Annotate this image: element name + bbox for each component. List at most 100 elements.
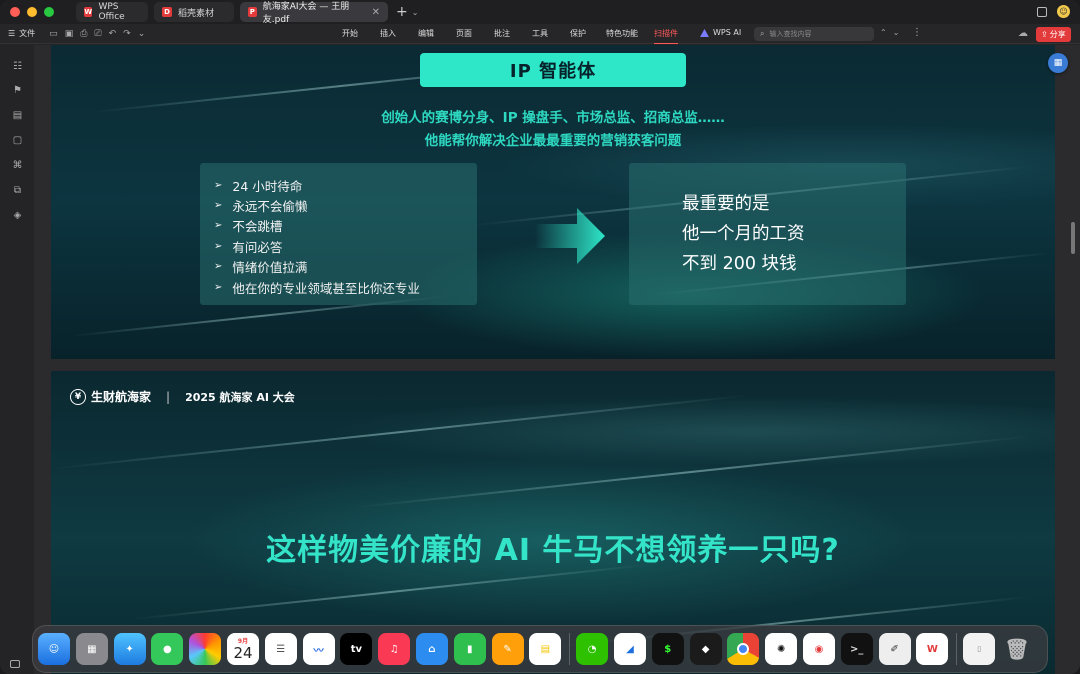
cloud-sync-icon[interactable]: ☁	[1018, 28, 1028, 39]
ribbon-menu: 开始 插入 编辑 页面 批注 工具 保护 特色功能 扫描件	[342, 24, 678, 44]
tab-start[interactable]: 开始	[342, 24, 380, 44]
close-tab-icon[interactable]: ✕	[372, 7, 380, 18]
tab-docer[interactable]: D 稻壳素材	[154, 2, 234, 22]
export-icon[interactable]: ⎙	[80, 29, 87, 39]
brand-logo-icon: ¥	[70, 388, 86, 405]
trash-icon[interactable]: 🗑	[1001, 633, 1033, 665]
new-tab-icon[interactable]: +	[396, 4, 408, 20]
chevron-up-icon[interactable]: ⌃	[880, 28, 887, 37]
arrow-bullet-icon: ➢	[214, 240, 223, 252]
keynote-icon[interactable]: ⌂	[415, 633, 448, 665]
search-input[interactable]: 输入查找内容	[769, 29, 811, 39]
numbers-icon[interactable]: ▮	[453, 633, 486, 665]
compare-icon[interactable]: ⧉	[12, 185, 23, 196]
document-viewport[interactable]: IP 智能体 创始人的赛博分身、IP 操盘手、市场总监、招商总监…… 他能帮你解…	[34, 45, 1080, 674]
vertical-scrollbar[interactable]	[1071, 222, 1075, 254]
launchpad-icon[interactable]: ▦	[75, 633, 108, 665]
wps-ai-button[interactable]: WPS AI	[700, 28, 741, 37]
outline-icon[interactable]: ☷	[12, 61, 23, 72]
list-item: ➢ 24 小时待命	[214, 175, 477, 195]
tab-page[interactable]: 页面	[456, 24, 494, 44]
tab-pdf-document[interactable]: P 航海家AI大会 — 王朋友.pdf ✕	[240, 2, 388, 25]
floating-tool-button[interactable]: ▦	[1048, 53, 1068, 73]
safari-icon[interactable]: ✦	[113, 633, 146, 665]
close-window-button[interactable]	[10, 7, 20, 17]
tab-edit[interactable]: 编辑	[418, 24, 456, 44]
finder-icon[interactable]: ☺	[38, 633, 70, 665]
print-icon[interactable]: ⎚	[94, 29, 101, 39]
chevron-down-icon[interactable]: ⌄	[138, 29, 146, 39]
wps-dock-icon[interactable]: W	[916, 633, 949, 665]
search-box[interactable]: ⌕ 输入查找内容	[754, 27, 874, 41]
more-icon[interactable]: ⋮	[912, 27, 922, 38]
slide-subtitle-1: 创始人的赛博分身、IP 操盘手、市场总监、招商总监……	[381, 110, 725, 126]
search-nav: ⌃ ⌄	[880, 28, 899, 37]
list-item: ➢ 不会跳槽	[214, 216, 477, 236]
wps-ai-label: WPS AI	[713, 28, 742, 37]
avatar[interactable]: ☺	[1057, 5, 1070, 18]
tab-annotate[interactable]: 批注	[494, 24, 532, 44]
thumbnail-icon[interactable]: ▤	[12, 110, 23, 121]
file-menu-label: 文件	[19, 29, 36, 38]
chevron-down-icon[interactable]: ⌄	[893, 28, 900, 37]
brand-name: 生财航海家	[91, 390, 152, 404]
right-arrow-icon	[535, 208, 605, 264]
calendar-day: 24	[233, 643, 253, 662]
reminders-icon[interactable]: ☰	[264, 633, 297, 665]
tab-insert[interactable]: 插入	[380, 24, 418, 44]
layers-icon[interactable]: ◈	[12, 210, 23, 221]
arrow-bullet-icon: ➢	[214, 179, 223, 191]
title-bar: W WPS Office D 稻壳素材 P 航海家AI大会 — 王朋友.pdf …	[0, 0, 1080, 25]
csv-file-icon[interactable]: ▯	[963, 633, 996, 665]
attachment-icon[interactable]: ⌘	[12, 160, 23, 171]
chrome-icon[interactable]	[727, 633, 760, 665]
share-button[interactable]: ⇪ 分享	[1036, 27, 1071, 42]
pages-icon[interactable]: ✎	[491, 633, 524, 665]
script-editor-icon[interactable]: ✐	[878, 633, 911, 665]
recorder-icon[interactable]: ◉	[802, 633, 835, 665]
search-icon: ⌕	[760, 29, 765, 38]
window-mode-icon[interactable]	[1037, 6, 1047, 17]
tab-features[interactable]: 特色功能	[606, 24, 654, 44]
arrow-bullet-icon: ➢	[214, 220, 223, 232]
terminal-app-icon[interactable]: $	[651, 633, 684, 665]
tab-tools[interactable]: 工具	[532, 24, 570, 44]
sidebar-toggle-icon[interactable]	[10, 660, 20, 668]
notes-icon[interactable]: ▤	[529, 633, 562, 665]
terminal-icon[interactable]: >_	[840, 633, 873, 665]
calendar-icon[interactable]: 9月 24	[226, 633, 259, 665]
file-menu-button[interactable]: ☰ 文件	[8, 28, 35, 39]
cube-app-icon[interactable]: ◆	[689, 633, 722, 665]
quick-tools: ▭ ▣ ⎙ ⎚ ↶ ↷ ⌄	[49, 29, 145, 39]
tab-wps-office[interactable]: W WPS Office	[76, 2, 148, 22]
chatgpt-icon[interactable]: ✺	[765, 633, 798, 665]
zoom-window-button[interactable]	[44, 7, 54, 17]
wechat-icon[interactable]: ◔	[576, 633, 609, 665]
feishu-icon[interactable]: ◢	[613, 633, 646, 665]
slide-badge: IP 智能体	[420, 53, 686, 87]
list-item: ➢ 有问必答	[214, 236, 477, 256]
minimize-window-button[interactable]	[27, 7, 37, 17]
list-item: ➢ 他在你的专业领域甚至比你还专业	[214, 277, 477, 297]
cost-line: 他一个月的工资	[682, 224, 805, 244]
save-icon[interactable]: ▣	[65, 29, 74, 39]
music-icon[interactable]: ♫	[378, 633, 411, 665]
undo-icon[interactable]: ↶	[109, 29, 117, 39]
redo-icon[interactable]: ↷	[123, 29, 131, 39]
messages-icon[interactable]: ●	[151, 633, 184, 665]
slide-headline-text: 这样物美价廉的 AI 牛马不想领养一只吗?	[266, 533, 840, 568]
arrow-bullet-icon: ➢	[214, 281, 223, 293]
apple-tv-icon[interactable]: tv	[340, 633, 373, 665]
photos-icon[interactable]	[189, 633, 222, 665]
wps-logo-icon: W	[84, 7, 93, 17]
list-item: ➢ 永远不会偷懒	[214, 195, 477, 215]
cost-box: 最重要的是 他一个月的工资 不到 200 块钱	[629, 163, 906, 305]
comment-icon[interactable]: ▢	[12, 135, 23, 146]
left-sidebar: ☷ ⚑ ▤ ▢ ⌘ ⧉ ◈	[0, 45, 34, 674]
bookmark-icon[interactable]: ⚑	[12, 85, 23, 96]
tab-protect[interactable]: 保护	[570, 24, 606, 44]
chevron-down-icon[interactable]: ⌄	[412, 8, 419, 17]
freeform-icon[interactable]: 〰	[302, 633, 335, 665]
open-folder-icon[interactable]: ▭	[49, 29, 58, 39]
tab-scan[interactable]: 扫描件	[654, 24, 678, 44]
